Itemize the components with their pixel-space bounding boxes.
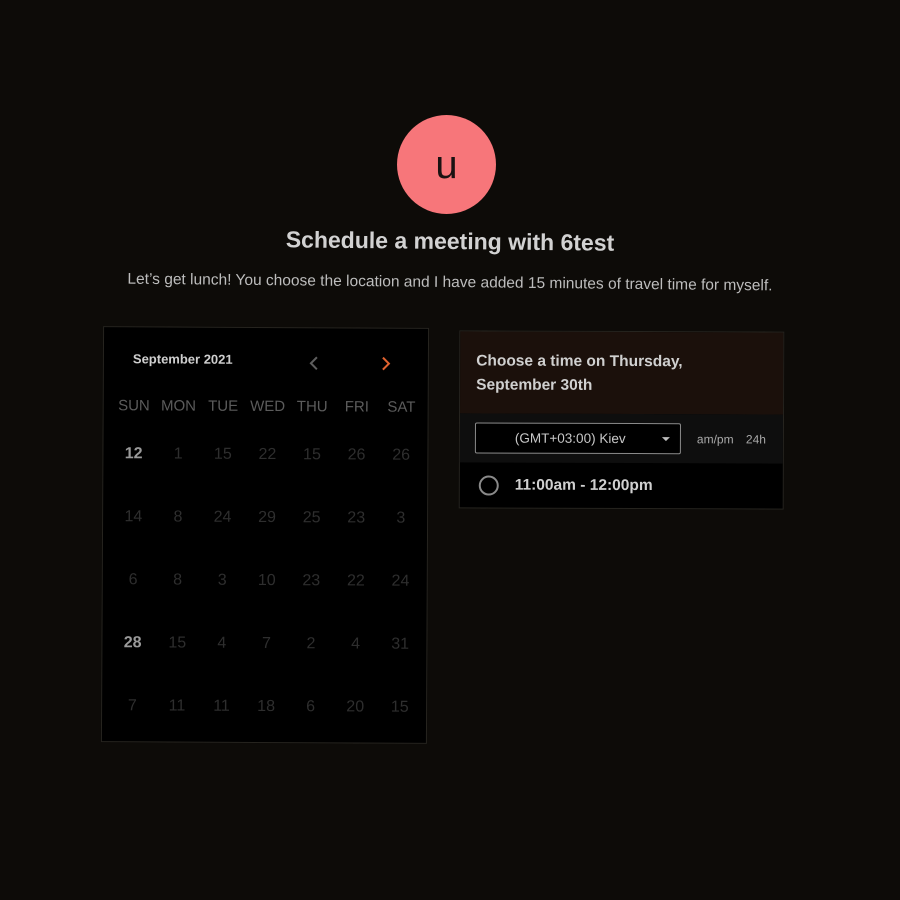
weekday-label: THU bbox=[296, 398, 328, 416]
calendar-day-available[interactable]: 12 bbox=[111, 435, 156, 498]
time-slot[interactable]: 11:00am - 12:00pm bbox=[460, 462, 783, 508]
calendar-day: 15 bbox=[390, 698, 409, 716]
calendar-day: 14 bbox=[124, 508, 143, 526]
timezone-value: (GMT+03:00) Kiev bbox=[514, 430, 626, 447]
radio-button-icon[interactable] bbox=[478, 475, 499, 496]
calendar-day: 4 bbox=[217, 634, 227, 652]
weekday-label: SAT bbox=[387, 398, 416, 416]
calendar-day: 6 bbox=[128, 571, 138, 589]
avatar: u bbox=[397, 115, 496, 214]
chevron-right-icon bbox=[382, 356, 391, 371]
calendar-day: 18 bbox=[257, 697, 276, 716]
24h-format-toggle[interactable]: 24h bbox=[746, 432, 766, 446]
scheduling-page: u Schedule a meeting with 6test Let’s ge… bbox=[0, 0, 900, 900]
calendar-day: 4 bbox=[351, 635, 361, 653]
calendar-day: 1 bbox=[173, 445, 183, 463]
calendar-day: 22 bbox=[258, 445, 277, 464]
calendar-day-grid: 12 1 15 22 15 26 26 14 8 24 29 25 23 3 6 8 3 10 23 22 24 28 15… bbox=[110, 435, 424, 752]
calendar-day: 23 bbox=[347, 509, 366, 527]
time-panel-heading: Choose a time on Thursday, September 30t… bbox=[476, 352, 683, 394]
calendar-day: 23 bbox=[302, 572, 321, 590]
time-selection-panel: Choose a time on Thursday, September 30t… bbox=[458, 330, 785, 510]
chevron-left-icon bbox=[309, 356, 318, 370]
calendar-day: 24 bbox=[213, 508, 232, 526]
calendar-day: 22 bbox=[346, 572, 365, 590]
calendar-day-available[interactable]: 28 bbox=[110, 624, 155, 687]
calendar-day: 25 bbox=[302, 509, 321, 527]
calendar-day: 20 bbox=[346, 698, 365, 716]
avatar-letter: u bbox=[435, 142, 458, 187]
date-picker-calendar: September 2021 SUN MON TUE WED THU FRI SAT 12 1… bbox=[100, 326, 430, 744]
weekday-label: TUE bbox=[208, 397, 239, 415]
weekday-label: SUN bbox=[118, 397, 150, 415]
calendar-day: 31 bbox=[391, 635, 410, 653]
time-panel-header: Choose a time on Thursday, September 30t… bbox=[460, 331, 784, 415]
calendar-day: 11 bbox=[213, 697, 230, 715]
page-title: Schedule a meeting with 6test bbox=[285, 226, 615, 256]
weekday-label: WED bbox=[250, 397, 286, 416]
calendar-day: 8 bbox=[173, 571, 183, 589]
calendar-day: 7 bbox=[261, 634, 271, 653]
ampm-format-toggle[interactable]: am/pm bbox=[697, 432, 734, 446]
time-panel-controls: (GMT+03:00) Kiev am/pm 24h bbox=[459, 413, 784, 464]
calendar-day: 26 bbox=[392, 446, 411, 464]
caret-down-icon bbox=[661, 436, 670, 441]
weekday-label: MON bbox=[160, 397, 197, 415]
calendar-day: 29 bbox=[258, 508, 277, 527]
calendar-day: 7 bbox=[127, 697, 137, 715]
calendar-day: 11 bbox=[168, 697, 186, 715]
calendar-day: 8 bbox=[173, 508, 183, 526]
calendar-day: 10 bbox=[257, 571, 276, 590]
timezone-select[interactable]: (GMT+03:00) Kiev bbox=[474, 422, 681, 455]
calendar-day: 6 bbox=[306, 698, 316, 716]
time-slot-label: 11:00am - 12:00pm bbox=[514, 476, 653, 494]
previous-month-button[interactable] bbox=[304, 353, 324, 373]
next-month-button[interactable] bbox=[376, 354, 396, 374]
calendar-day: 15 bbox=[213, 445, 232, 463]
weekday-header: SUN MON TUE WED THU FRI SAT bbox=[112, 397, 424, 416]
calendar-day: 2 bbox=[306, 635, 316, 653]
calendar-day: 24 bbox=[391, 572, 410, 590]
calendar-day: 3 bbox=[396, 509, 406, 527]
weekday-label: FRI bbox=[344, 398, 369, 416]
calendar-day: 26 bbox=[347, 446, 366, 464]
calendar-day: 3 bbox=[217, 571, 227, 589]
calendar-month-label: September 2021 bbox=[132, 351, 233, 367]
calendar-day: 15 bbox=[303, 446, 321, 464]
calendar-day: 15 bbox=[168, 634, 187, 652]
event-description: Let’s get lunch! You choose the location… bbox=[127, 270, 773, 295]
